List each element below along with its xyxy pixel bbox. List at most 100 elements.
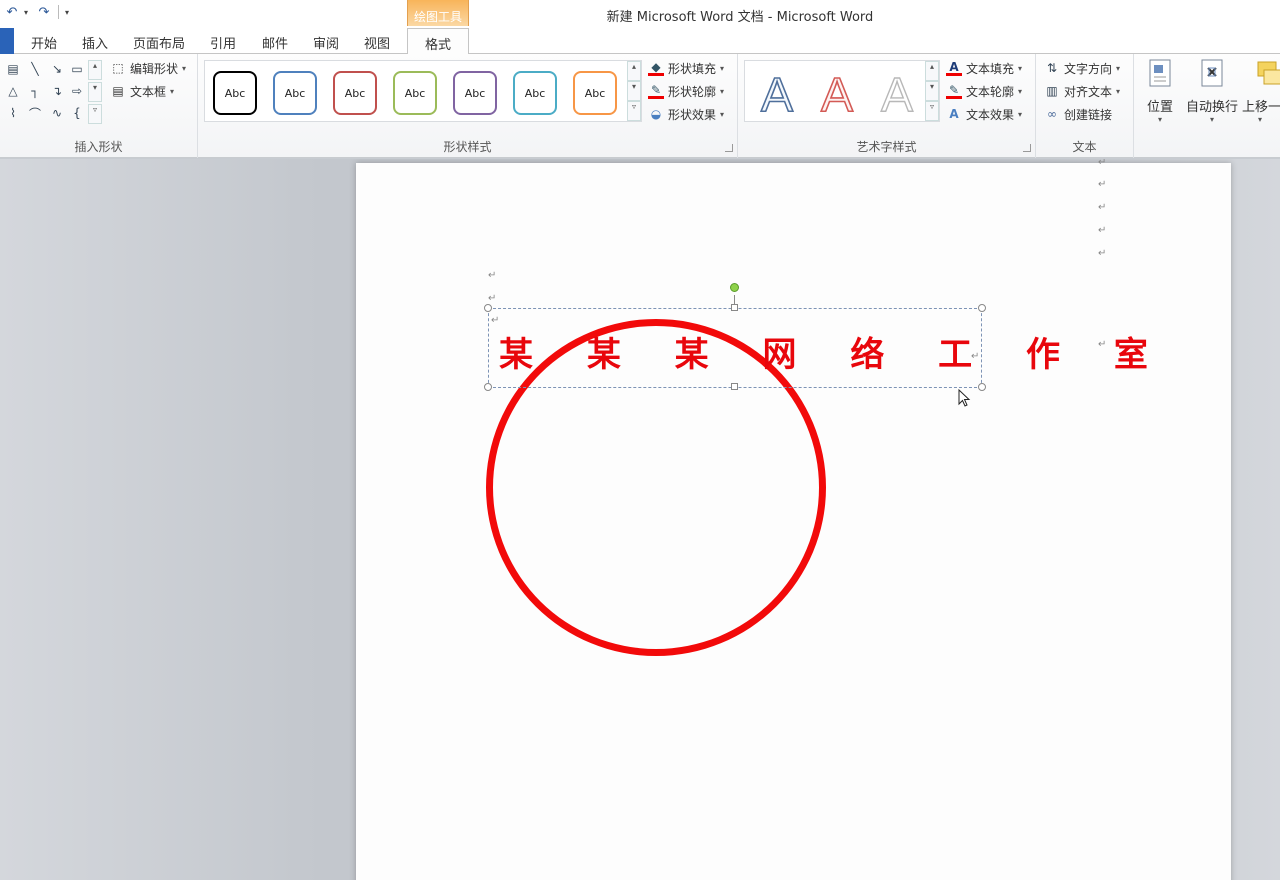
shape-style-blue[interactable]: Abc: [273, 71, 317, 115]
resize-handle-bottom-left[interactable]: [484, 383, 492, 391]
text-effects-button[interactable]: A 文本效果 ▾: [946, 104, 1022, 124]
group-insert-shapes: ▤ ╲ ↘ ▭ △ ┐ ↴ ⇨ ⌇ ⌒ ∿ { ▴ ▾ ▿ ⬚ 编辑形状 ▾ ▤…: [0, 54, 198, 158]
shape-style-red[interactable]: Abc: [333, 71, 377, 115]
align-text-icon: ▥: [1046, 84, 1058, 98]
wrap-text-button[interactable]: 自动换行 ▾: [1184, 58, 1240, 124]
customize-qat-icon[interactable]: ▾: [65, 8, 73, 17]
text-fill-icon: A: [946, 60, 962, 76]
edit-shape-label: 编辑形状: [130, 61, 179, 76]
chevron-down-icon: ▾: [1157, 115, 1162, 124]
pen-icon: ✎: [648, 83, 664, 99]
tab-mailings[interactable]: 邮件: [262, 33, 288, 52]
text-box-button[interactable]: ▤ 文本框 ▾: [110, 81, 174, 101]
file-tab[interactable]: [0, 28, 14, 54]
document-page[interactable]: ↵ ↵ ↵ ↵ ↵ ↵ ↵ ↵ ↵ 某 某 某 网 络 工 作 室 ↵: [356, 159, 1231, 880]
tab-references[interactable]: 引用: [210, 33, 236, 52]
bring-forward-button[interactable]: 上移一 ▾: [1242, 58, 1280, 124]
shape-outline-button[interactable]: ✎ 形状轮廓 ▾: [648, 81, 724, 101]
text-effects-icon: A: [949, 107, 959, 121]
tab-format[interactable]: 格式: [407, 28, 469, 55]
group-text: ⇅ 文字方向 ▾ ▥ 对齐文本 ▾ ∞ 创建链接 文本: [1036, 54, 1134, 158]
paragraph-mark: ↵: [1098, 225, 1107, 236]
ribbon: ▤ ╲ ↘ ▭ △ ┐ ↴ ⇨ ⌇ ⌒ ∿ { ▴ ▾ ▿ ⬚ 编辑形状 ▾ ▤…: [0, 54, 1280, 158]
shape-style-orange[interactable]: Abc: [573, 71, 617, 115]
text-effects-label: 文本效果: [966, 107, 1015, 122]
text-direction-button[interactable]: ⇅ 文字方向 ▾: [1044, 58, 1120, 78]
wordart-styles-dialog-launcher[interactable]: [1023, 144, 1031, 152]
styles-more-button[interactable]: ▿: [627, 101, 641, 121]
align-text-button[interactable]: ▥ 对齐文本 ▾: [1044, 81, 1120, 101]
arrow-line-shape-icon[interactable]: ↘: [48, 60, 66, 78]
create-link-button[interactable]: ∞ 创建链接: [1044, 104, 1112, 124]
resize-handle-bottom[interactable]: [731, 383, 738, 390]
styles-scroll-down[interactable]: ▾: [627, 81, 641, 101]
edit-shape-button[interactable]: ⬚ 编辑形状 ▾: [110, 58, 186, 78]
text-outline-button[interactable]: ✎ 文本轮廓 ▾: [946, 81, 1022, 101]
chevron-down-icon: ▾: [720, 63, 725, 73]
shapes-more-button[interactable]: ▿: [88, 104, 102, 124]
text-fill-button[interactable]: A 文本填充 ▾: [946, 58, 1022, 78]
elbow-arrow-connector-icon[interactable]: ↴: [48, 82, 66, 100]
bring-forward-icon: [1257, 61, 1280, 85]
text-direction-icon: ⇅: [1046, 61, 1058, 75]
group-label-text: 文本: [1072, 140, 1097, 154]
shape-effects-label: 形状效果: [668, 107, 717, 122]
rectangle-shape-icon[interactable]: ▭: [68, 60, 86, 78]
position-icon: [1149, 59, 1171, 87]
rotate-handle[interactable]: [730, 283, 739, 292]
shape-effects-icon: ◒: [650, 107, 662, 121]
wrap-text-label: 自动换行: [1185, 100, 1238, 115]
wordart-more-button[interactable]: ▿: [925, 101, 939, 121]
line-shape-icon[interactable]: ╲: [26, 60, 44, 78]
quick-access-toolbar: ↶ ▾ ↷ ▾: [4, 4, 73, 20]
tab-review[interactable]: 审阅: [313, 33, 339, 52]
chevron-down-icon: ▾: [170, 86, 175, 96]
resize-handle-bottom-right[interactable]: [978, 383, 986, 391]
paragraph-mark: ↵: [488, 293, 497, 304]
wordart-scroll-down[interactable]: ▾: [925, 81, 939, 101]
undo-icon[interactable]: ↶: [4, 4, 20, 20]
shape-style-purple[interactable]: Abc: [453, 71, 497, 115]
svg-text:A: A: [821, 69, 853, 117]
resize-handle-top-right[interactable]: [978, 304, 986, 312]
shape-styles-dialog-launcher[interactable]: [725, 144, 733, 152]
wordart-style-gray-outline[interactable]: A: [869, 67, 925, 117]
curve-shape-icon[interactable]: ∿: [48, 104, 66, 122]
text-outline-label: 文本轮廓: [966, 84, 1015, 99]
position-button[interactable]: 位置 ▾: [1142, 58, 1178, 124]
freeform-shape-icon[interactable]: ⌇: [4, 104, 22, 122]
arc-shape-icon[interactable]: ⌒: [26, 104, 44, 122]
tab-home[interactable]: 开始: [31, 33, 57, 52]
chevron-down-icon: ▾: [1209, 115, 1214, 124]
wordart-style-blue-outline[interactable]: A: [749, 67, 805, 117]
wordart-gallery: A A A ▴ ▾ ▿: [744, 60, 940, 122]
wordart-style-red-outline[interactable]: A: [809, 67, 865, 117]
redo-icon[interactable]: ↷: [36, 4, 52, 20]
right-arrow-shape-icon[interactable]: ⇨: [68, 82, 86, 100]
shapes-scroll-down[interactable]: ▾: [88, 82, 102, 102]
shape-style-aqua[interactable]: Abc: [513, 71, 557, 115]
chevron-down-icon: ▾: [1018, 109, 1023, 119]
undo-dropdown-icon[interactable]: ▾: [24, 8, 32, 17]
shapes-scroll-up[interactable]: ▴: [88, 60, 102, 80]
brace-shape-icon[interactable]: {: [68, 104, 86, 122]
chevron-down-icon: ▾: [182, 63, 187, 73]
tab-page-layout[interactable]: 页面布局: [133, 33, 185, 52]
shape-effects-button[interactable]: ◒ 形状效果 ▾: [648, 104, 724, 124]
tab-view[interactable]: 视图: [364, 33, 390, 52]
shape-fill-button[interactable]: ◆ 形状填充 ▾: [648, 58, 724, 78]
textbox-shape-icon[interactable]: ▤: [4, 60, 22, 78]
tab-insert[interactable]: 插入: [82, 33, 108, 52]
chevron-down-icon: ▾: [1116, 86, 1121, 96]
resize-handle-top-left[interactable]: [484, 304, 492, 312]
resize-handle-top[interactable]: [731, 304, 738, 311]
wordart-scroll-up[interactable]: ▴: [925, 61, 939, 81]
styles-scroll-up[interactable]: ▴: [627, 61, 641, 81]
elbow-connector-icon[interactable]: ┐: [26, 82, 44, 100]
svg-text:A: A: [761, 69, 793, 117]
shape-style-green[interactable]: Abc: [393, 71, 437, 115]
triangle-shape-icon[interactable]: △: [4, 82, 22, 100]
seal-text[interactable]: 某 某 某 网 络 工 作 室: [499, 327, 1169, 376]
seal-text-box[interactable]: ↵ 某 某 某 网 络 工 作 室 ↵: [484, 304, 1148, 391]
shape-style-black[interactable]: Abc: [213, 71, 257, 115]
